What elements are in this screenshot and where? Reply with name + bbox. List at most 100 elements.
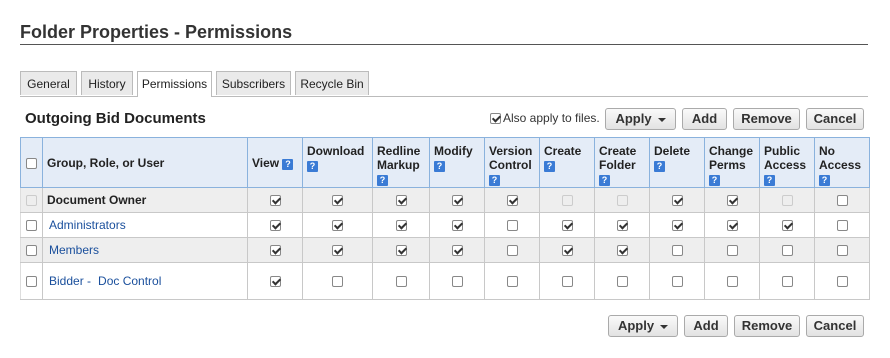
perm-checkbox[interactable] [781, 276, 793, 288]
perm-checkbox[interactable] [332, 276, 343, 288]
row-select-cell [20, 212, 43, 238]
perm-checkbox[interactable] [781, 245, 793, 257]
perm-checkbox[interactable] [671, 220, 683, 232]
row-sub-name[interactable]: Doc Control [98, 274, 161, 288]
add-button-bottom[interactable]: Add [684, 315, 728, 337]
row-select-checkbox[interactable] [26, 276, 37, 288]
perm-cell [484, 262, 540, 300]
perm-checkbox[interactable] [332, 220, 343, 232]
row-select-checkbox[interactable] [26, 220, 37, 232]
perm-cell [594, 187, 650, 213]
row-name[interactable]: Members [49, 243, 99, 257]
perm-cell [429, 187, 485, 213]
help-icon[interactable]: ? [819, 175, 830, 186]
perm-checkbox[interactable] [561, 245, 573, 257]
perm-checkbox[interactable] [506, 195, 518, 207]
cancel-button-top[interactable]: Cancel [806, 108, 864, 130]
tab-permissions[interactable]: Permissions [137, 71, 212, 97]
perm-checkbox[interactable] [616, 245, 628, 257]
perm-checkbox[interactable] [671, 245, 683, 257]
header-version-control: Version Control? [484, 137, 540, 188]
also-apply-label: Also apply to files. [503, 111, 600, 125]
perm-cell [429, 212, 485, 238]
perm-checkbox[interactable] [561, 220, 573, 232]
perm-checkbox[interactable] [836, 195, 848, 207]
help-icon[interactable]: ? [709, 175, 720, 186]
perm-cell [759, 262, 815, 300]
help-icon[interactable]: ? [377, 175, 388, 186]
perm-checkbox[interactable] [269, 245, 281, 257]
perm-checkbox[interactable] [395, 195, 407, 207]
table-row: Administrators [20, 212, 870, 238]
help-icon[interactable]: ? [282, 158, 294, 170]
row-name[interactable]: Bidder - [49, 274, 91, 288]
perm-checkbox[interactable] [506, 245, 518, 257]
add-button-top[interactable]: Add [682, 108, 727, 130]
perm-checkbox[interactable] [836, 276, 848, 288]
tab-general[interactable]: General [20, 71, 77, 95]
perm-checkbox[interactable] [671, 195, 683, 207]
help-icon[interactable]: ? [544, 161, 555, 172]
perm-checkbox[interactable] [506, 276, 518, 288]
perm-cell [247, 187, 303, 213]
perm-cell [704, 237, 760, 263]
apply-button-bottom[interactable]: Apply [608, 315, 678, 337]
header-change-perms: Change Perms? [704, 137, 760, 188]
perm-checkbox[interactable] [616, 276, 628, 288]
help-icon[interactable]: ? [307, 161, 318, 172]
perm-cell [302, 237, 373, 263]
perm-checkbox[interactable] [671, 276, 683, 288]
help-icon[interactable]: ? [654, 161, 665, 172]
perm-checkbox[interactable] [616, 220, 628, 232]
table-row: Document Owner [20, 187, 870, 213]
perm-checkbox[interactable] [726, 220, 738, 232]
table-row: Bidder - Doc Control [20, 262, 870, 300]
perm-checkbox[interactable] [451, 276, 463, 288]
header-label: Create [544, 144, 582, 158]
help-icon[interactable]: ? [764, 175, 775, 186]
perm-checkbox[interactable] [836, 245, 848, 257]
perm-cell [484, 237, 540, 263]
help-icon[interactable]: ? [489, 175, 500, 186]
perm-checkbox[interactable] [726, 276, 738, 288]
perm-checkbox[interactable] [269, 195, 281, 207]
header-label: Public Access [764, 144, 807, 172]
help-icon[interactable]: ? [434, 161, 445, 172]
cancel-button-bottom[interactable]: Cancel [806, 315, 864, 337]
perm-checkbox[interactable] [269, 276, 281, 288]
perm-checkbox[interactable] [332, 195, 343, 207]
perm-checkbox[interactable] [395, 276, 407, 288]
tab-bar: General History Permissions Subscribers … [20, 71, 868, 97]
perm-checkbox[interactable] [561, 276, 573, 288]
perm-checkbox[interactable] [726, 245, 738, 257]
help-icon[interactable]: ? [599, 175, 610, 186]
row-select-checkbox[interactable] [26, 245, 37, 257]
perm-cell [814, 237, 870, 263]
perm-checkbox[interactable] [395, 245, 407, 257]
remove-button-top[interactable]: Remove [733, 108, 800, 130]
row-name-cell: Administrators [42, 212, 248, 238]
perm-checkbox[interactable] [836, 220, 848, 232]
tab-subscribers[interactable]: Subscribers [216, 71, 291, 95]
perm-checkbox[interactable] [506, 220, 518, 232]
perm-checkbox[interactable] [451, 220, 463, 232]
tab-recycle-bin[interactable]: Recycle Bin [295, 71, 369, 95]
perm-checkbox[interactable] [781, 220, 793, 232]
perm-checkbox[interactable] [332, 245, 343, 257]
select-all-checkbox[interactable] [26, 157, 37, 169]
perm-cell [539, 187, 595, 213]
apply-button-top[interactable]: Apply [605, 108, 676, 130]
perm-checkbox[interactable] [395, 220, 407, 232]
caret-down-icon [657, 117, 666, 122]
perm-cell [594, 212, 650, 238]
header-create: Create? [539, 137, 595, 188]
perm-checkbox[interactable] [269, 220, 281, 232]
title-divider [20, 44, 868, 45]
tab-history[interactable]: History [81, 71, 133, 95]
perm-checkbox[interactable] [451, 245, 463, 257]
perm-checkbox[interactable] [451, 195, 463, 207]
row-name[interactable]: Administrators [49, 218, 126, 232]
perm-checkbox[interactable] [726, 195, 738, 207]
also-apply-checkbox[interactable] [490, 112, 501, 124]
remove-button-bottom[interactable]: Remove [734, 315, 800, 337]
